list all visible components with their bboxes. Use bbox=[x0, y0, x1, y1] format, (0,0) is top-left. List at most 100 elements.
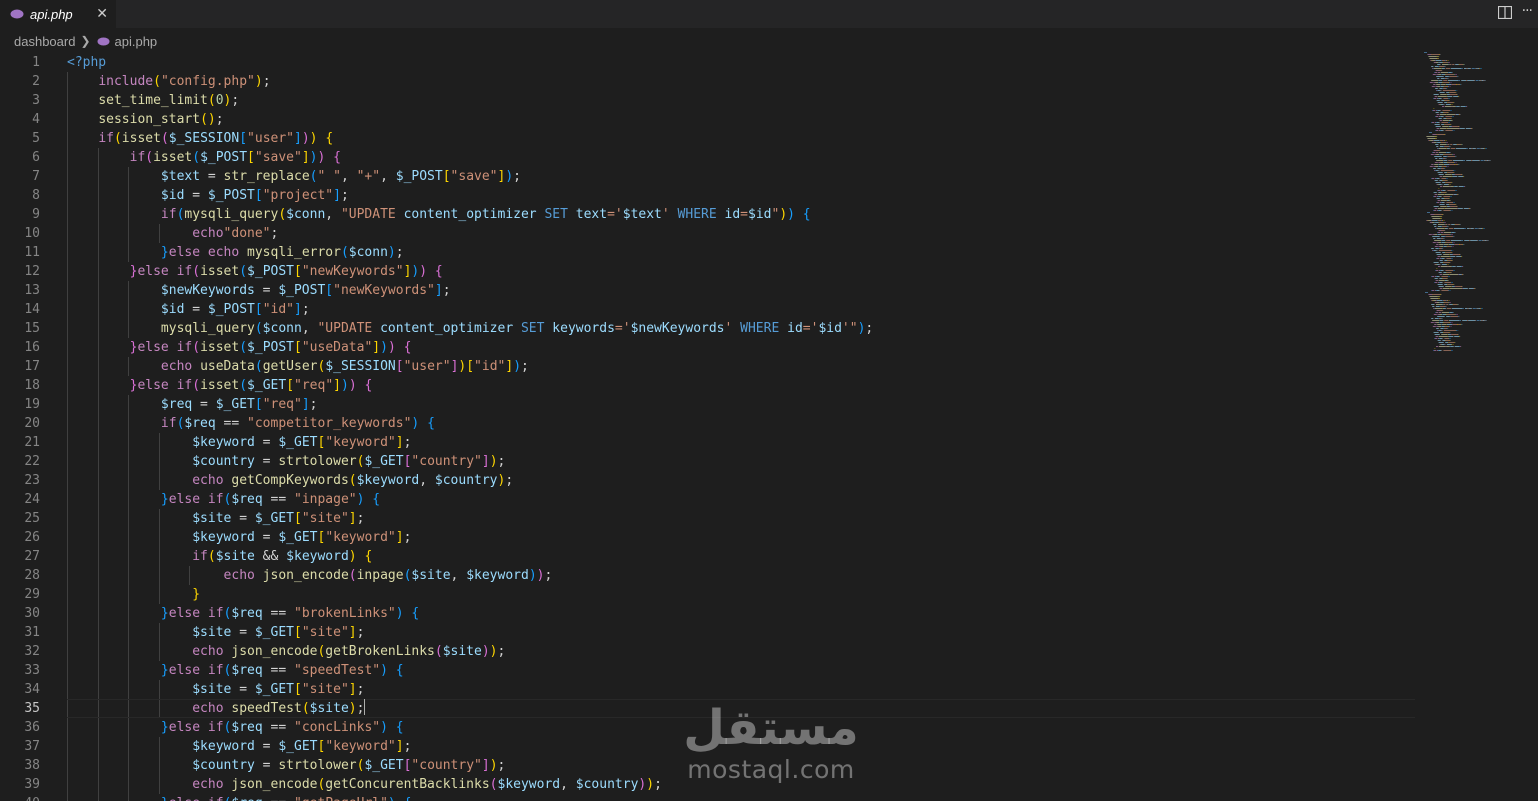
code-line[interactable]: 7 $text = str_replace(" ", "+", $_POST["… bbox=[0, 167, 1420, 186]
code-line[interactable]: 32 echo json_encode(getBrokenLinks($site… bbox=[0, 642, 1420, 661]
minimap-mark bbox=[1436, 160, 1444, 161]
code-line[interactable]: 13 $newKeywords = $_POST["newKeywords"]; bbox=[0, 281, 1420, 300]
code-line[interactable]: 8 $id = $_POST["project"]; bbox=[0, 186, 1420, 205]
minimap-mark bbox=[1436, 290, 1439, 291]
minimap-mark bbox=[1459, 346, 1460, 347]
split-editor-icon[interactable] bbox=[1498, 6, 1512, 19]
code-line[interactable]: 5 if(isset($_SESSION["user"])) { bbox=[0, 129, 1420, 148]
code-line[interactable]: 19 $req = $_GET["req"]; bbox=[0, 395, 1420, 414]
code-line[interactable]: 20 if($req == "competitor_keywords") { bbox=[0, 414, 1420, 433]
code-token: echo bbox=[223, 568, 255, 583]
code-token: ( bbox=[192, 378, 201, 393]
minimap-mark bbox=[1442, 166, 1446, 167]
code-token: echo bbox=[160, 359, 193, 374]
minimap-mark bbox=[1455, 74, 1456, 75]
code-token: WHERE bbox=[740, 321, 788, 336]
code-token: "user" bbox=[403, 359, 451, 374]
minimap[interactable] bbox=[1422, 52, 1538, 352]
minimap-mark bbox=[1464, 68, 1467, 69]
code-token: ( bbox=[278, 207, 287, 222]
code-token: $country bbox=[192, 758, 255, 773]
code-line[interactable]: 25 $site = $_GET["site"]; bbox=[0, 509, 1420, 528]
minimap-mark bbox=[1439, 180, 1443, 181]
minimap-mark bbox=[1448, 72, 1452, 73]
code-line[interactable]: 10 echo"done"; bbox=[0, 224, 1420, 243]
code-line[interactable]: 21 $keyword = $_GET["keyword"]; bbox=[0, 433, 1420, 452]
minimap-mark bbox=[1435, 130, 1436, 131]
minimap-mark bbox=[1487, 240, 1489, 241]
minimap-mark bbox=[1443, 146, 1444, 147]
minimap-mark bbox=[1447, 328, 1449, 329]
code-line[interactable]: 24 }else if($req == "inpage") { bbox=[0, 490, 1420, 509]
code-line[interactable]: 22 $country = strtolower($_GET["country"… bbox=[0, 452, 1420, 471]
minimap-mark bbox=[1443, 262, 1450, 263]
minimap-mark bbox=[1446, 300, 1447, 301]
minimap-mark bbox=[1447, 162, 1448, 163]
minimap-mark bbox=[1435, 88, 1438, 89]
code-line[interactable]: 17 echo useData(getUser($_SESSION["user"… bbox=[0, 357, 1420, 376]
code-line[interactable]: 31 $site = $_GET["site"]; bbox=[0, 623, 1420, 642]
minimap-mark bbox=[1461, 144, 1463, 145]
code-line[interactable]: 30 }else if($req == "brokenLinks") { bbox=[0, 604, 1420, 623]
code-line[interactable]: 9 if(mysqli_query($conn, "UPDATE content… bbox=[0, 205, 1420, 224]
code-line[interactable]: 2 include("config.php"); bbox=[0, 72, 1420, 91]
minimap-mark bbox=[1449, 144, 1450, 145]
code-line[interactable]: 26 $keyword = $_GET["keyword"]; bbox=[0, 528, 1420, 547]
minimap-mark bbox=[1450, 334, 1452, 335]
code-line[interactable]: 15 mysqli_query($conn, "UPDATE content_o… bbox=[0, 319, 1420, 338]
code-line[interactable]: 11 }else echo mysqli_error($conn); bbox=[0, 243, 1420, 262]
code-line[interactable]: 23 echo getCompKeywords($keyword, $count… bbox=[0, 471, 1420, 490]
minimap-mark bbox=[1445, 340, 1446, 341]
code-token: = bbox=[254, 454, 279, 469]
code-line[interactable]: 3 set_time_limit(0); bbox=[0, 91, 1420, 110]
close-icon[interactable]: ✕ bbox=[96, 5, 108, 22]
code-token: "save" bbox=[450, 169, 498, 184]
code-line[interactable]: 1 <?php bbox=[0, 53, 1420, 72]
code-line[interactable]: 28 echo json_encode(inpage($site, $keywo… bbox=[0, 566, 1420, 585]
code-line[interactable]: 34 $site = $_GET["site"]; bbox=[0, 680, 1420, 699]
code-line[interactable]: 29 } bbox=[0, 585, 1420, 604]
minimap-mark bbox=[1438, 246, 1440, 247]
code-token: ) bbox=[388, 796, 396, 801]
code-line[interactable]: 40 }else if($req == "getPageUrl") { bbox=[0, 794, 1420, 801]
minimap-mark bbox=[1453, 304, 1457, 305]
minimap-mark bbox=[1441, 294, 1442, 295]
code-token: == bbox=[262, 606, 294, 621]
minimap-mark bbox=[1445, 60, 1446, 61]
code-editor[interactable]: 1 <?php 2 include("config.php"); 3 set_time… bbox=[0, 52, 1420, 801]
tab-api-php[interactable]: api.php ✕ bbox=[0, 0, 116, 28]
more-actions-icon[interactable]: ··· bbox=[1522, 3, 1533, 19]
code-token: "id" bbox=[474, 359, 506, 374]
code-token: ; bbox=[497, 454, 506, 469]
code-line[interactable]: 27 if($site && $keyword) { bbox=[0, 547, 1420, 566]
code-line[interactable]: 16 }else if(isset($_POST["useData"])) { bbox=[0, 338, 1420, 357]
breadcrumb-folder[interactable]: dashboard bbox=[14, 34, 75, 49]
minimap-mark bbox=[1441, 264, 1447, 265]
breadcrumb-file[interactable]: api.php bbox=[115, 34, 158, 49]
code-line[interactable]: 14 $id = $_POST["id"]; bbox=[0, 300, 1420, 319]
code-token: { bbox=[333, 150, 341, 165]
code-line[interactable]: 33 }else if($req == "speedTest") { bbox=[0, 661, 1420, 680]
code-line[interactable]: 4 session_start(); bbox=[0, 110, 1420, 129]
minimap-mark bbox=[1438, 66, 1439, 67]
minimap-mark bbox=[1475, 288, 1476, 289]
minimap-mark bbox=[1439, 92, 1445, 93]
minimap-mark bbox=[1458, 316, 1459, 317]
minimap-mark bbox=[1447, 264, 1449, 265]
minimap-mark bbox=[1449, 228, 1454, 229]
code-line[interactable]: 18 }else if(isset($_GET["req"])) { bbox=[0, 376, 1420, 395]
minimap-mark bbox=[1461, 286, 1462, 287]
minimap-mark bbox=[1474, 288, 1475, 289]
minimap-mark bbox=[1444, 224, 1446, 225]
minimap-mark bbox=[1435, 116, 1436, 117]
minimap-mark bbox=[1440, 130, 1441, 131]
code-line[interactable]: 6 if(isset($_POST["save"])) { bbox=[0, 148, 1420, 167]
code-token: ; bbox=[544, 568, 553, 583]
minimap-mark bbox=[1435, 60, 1442, 61]
code-token: ) bbox=[387, 340, 396, 355]
minimap-mark bbox=[1448, 112, 1449, 113]
minimap-mark bbox=[1451, 182, 1452, 183]
code-line[interactable]: 12 }else if(isset($_POST["newKeywords"])… bbox=[0, 262, 1420, 281]
code-token: "newKeywords" bbox=[333, 283, 435, 298]
minimap-mark bbox=[1438, 350, 1439, 351]
